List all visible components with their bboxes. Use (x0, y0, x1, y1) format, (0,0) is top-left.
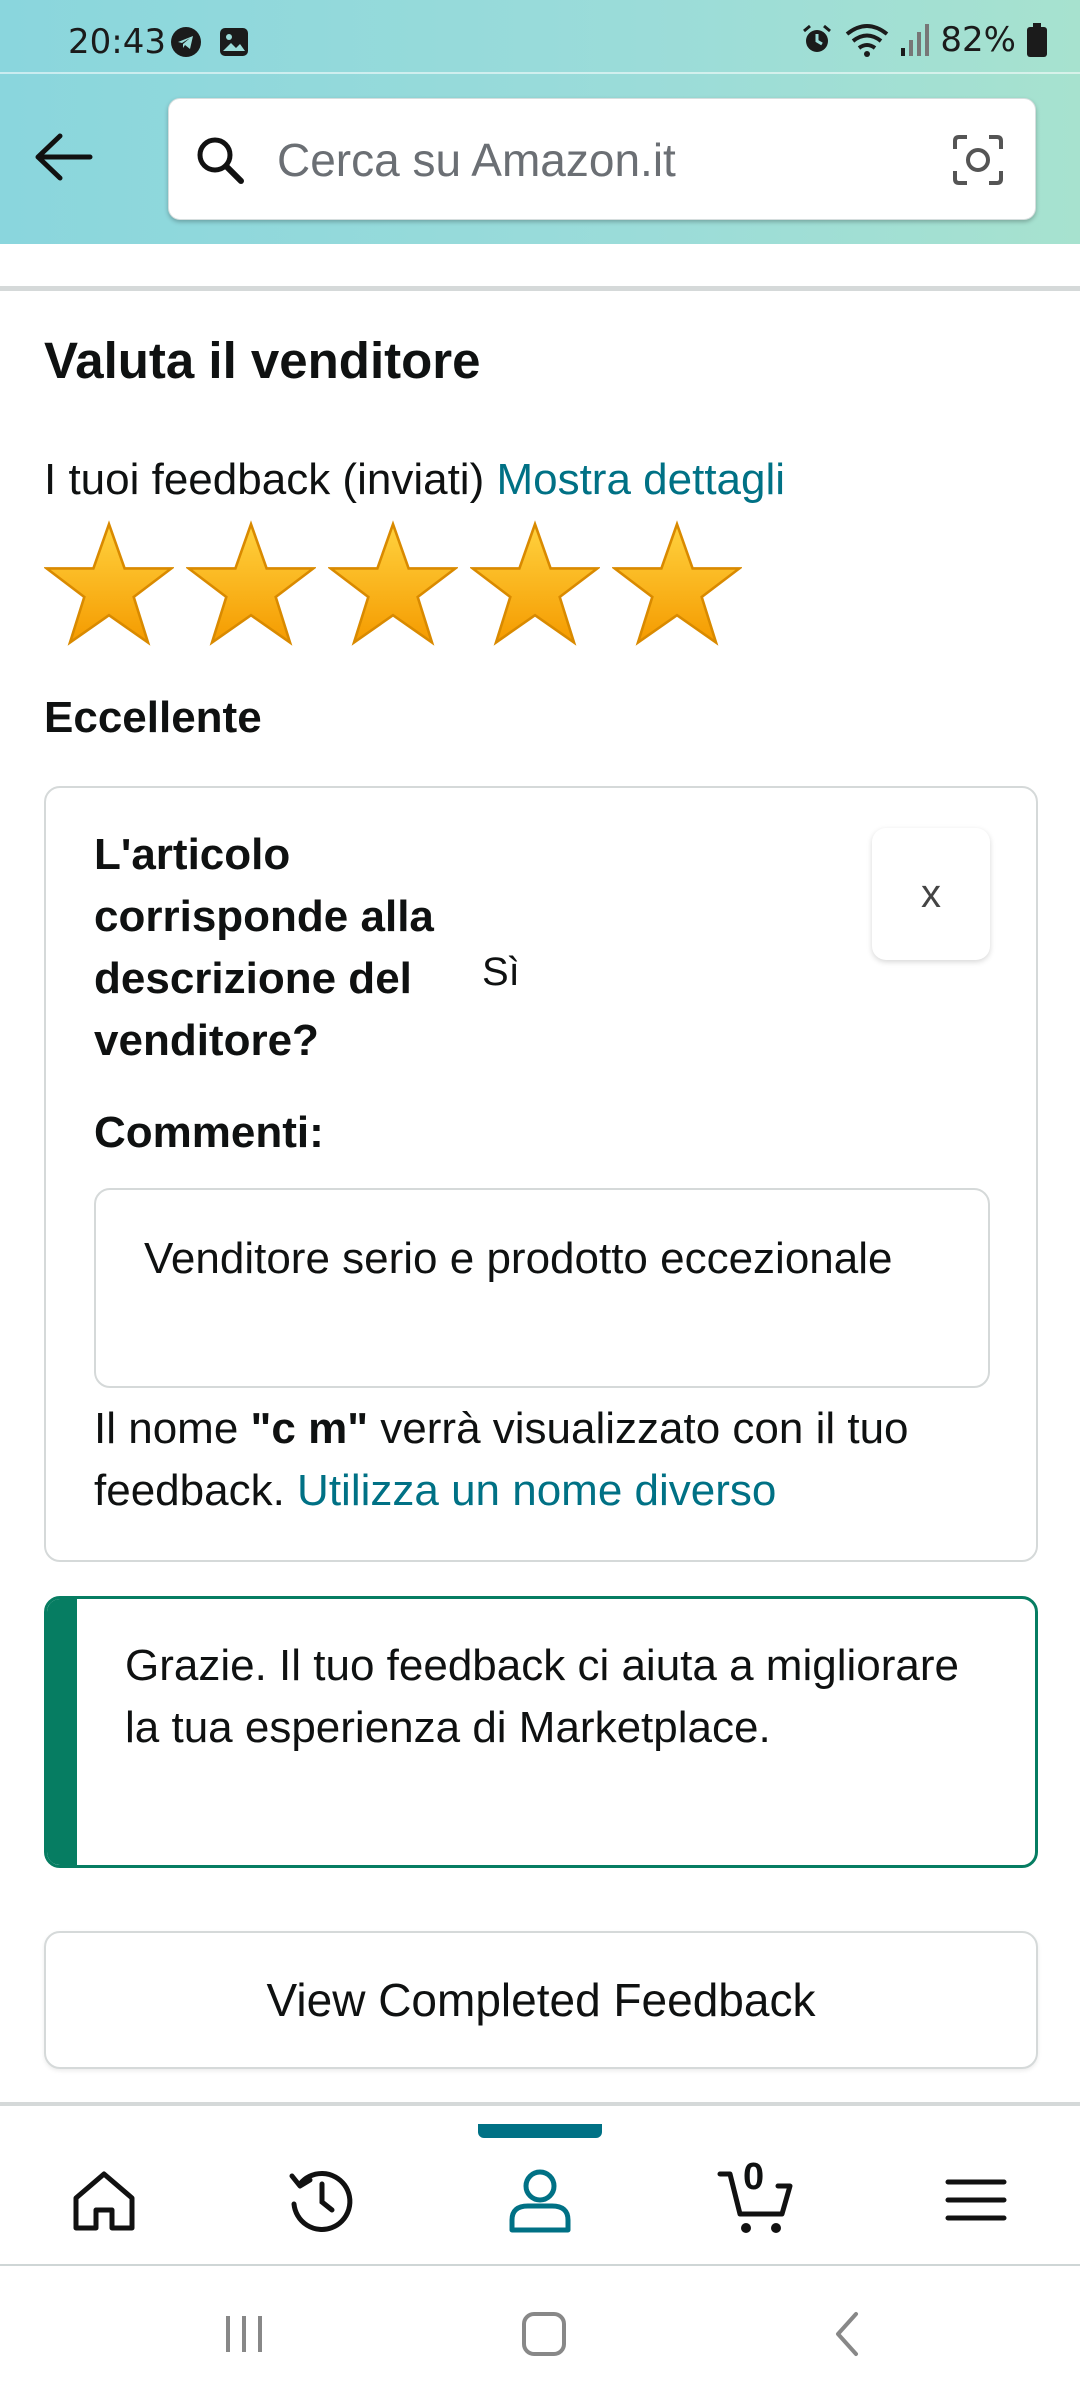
review-card: L'articolo corrisponde alla descrizione … (44, 786, 1038, 1562)
star-icon[interactable] (186, 519, 316, 649)
system-back-icon[interactable] (818, 2304, 878, 2364)
recent-apps-icon[interactable] (214, 2304, 274, 2364)
alert-accent-bar (47, 1599, 77, 1865)
status-time: 20:43 (68, 22, 166, 62)
bottom-divider (0, 2102, 1080, 2106)
top-header: 20:43 82% Cerca su Amazon.it (0, 0, 1080, 244)
gallery-icon (220, 28, 248, 56)
star-icon[interactable] (470, 519, 600, 649)
star-icon[interactable] (612, 519, 742, 649)
search-icon (197, 137, 244, 184)
name-note-prefix: Il nome (94, 1404, 251, 1453)
telegram-icon (171, 27, 201, 57)
comment-text: Venditore serio e prodotto eccezionale (144, 1234, 893, 1283)
cart-count: 0 (743, 2156, 765, 2198)
active-tab-indicator (478, 2124, 602, 2138)
rating-label: Eccellente (44, 693, 262, 742)
star-icon[interactable] (328, 519, 458, 649)
view-completed-feedback-button[interactable]: View Completed Feedback (44, 1931, 1038, 2069)
status-bar: 20:43 82% (0, 0, 1080, 72)
search-placeholder: Cerca su Amazon.it (277, 134, 676, 186)
feedback-line: I tuoi feedback (inviati) Mostra dettagl… (44, 455, 785, 505)
signal-icon (901, 24, 930, 56)
status-right: 82% (800, 20, 1048, 60)
change-name-link[interactable]: Utilizza un nome diverso (297, 1466, 776, 1515)
menu-icon[interactable] (936, 2160, 1016, 2240)
description-question: L'articolo corrisponde alla descrizione … (94, 830, 434, 1065)
section-divider (0, 286, 1080, 291)
back-arrow-icon[interactable] (28, 122, 98, 192)
star-rating[interactable] (44, 519, 742, 649)
display-name: "c m" (250, 1404, 369, 1453)
close-button[interactable]: x (872, 828, 990, 960)
name-note: Il nome "c m" verrà visualizzato con il … (94, 1398, 994, 1522)
show-details-link[interactable]: Mostra dettagli (496, 455, 785, 504)
history-icon[interactable] (282, 2160, 362, 2240)
thanks-alert: Grazie. Il tuo feedback ci aiuta a migli… (44, 1596, 1038, 1868)
account-icon[interactable] (500, 2160, 580, 2240)
alarm-icon (803, 24, 832, 52)
description-answer: Sì (482, 950, 520, 994)
thanks-message: Grazie. Il tuo feedback ci aiuta a migli… (125, 1641, 959, 1752)
feedback-sent-label: I tuoi feedback (inviati) (44, 455, 485, 504)
battery-percent: 82% (940, 20, 1016, 60)
page-title: Valuta il venditore (44, 332, 481, 389)
status-divider (0, 72, 1080, 74)
camera-scan-icon[interactable] (949, 131, 1007, 189)
battery-icon (1027, 23, 1047, 57)
wifi-icon (846, 24, 889, 57)
search-input[interactable]: Cerca su Amazon.it (168, 98, 1036, 220)
home-button-icon[interactable] (514, 2304, 574, 2364)
comments-label: Commenti: (94, 1108, 324, 1157)
star-icon[interactable] (44, 519, 174, 649)
comment-field[interactable]: Venditore serio e prodotto eccezionale (94, 1188, 990, 1388)
home-icon[interactable] (64, 2160, 144, 2240)
